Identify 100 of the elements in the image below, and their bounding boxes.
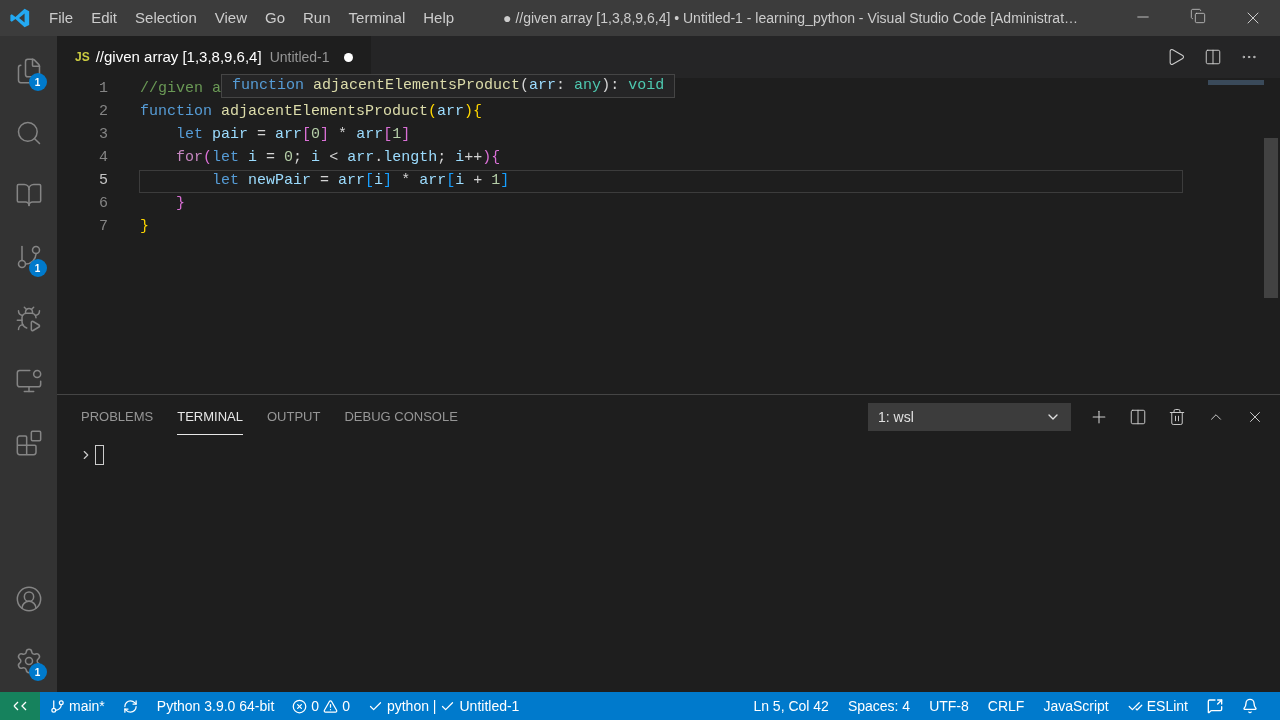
code-token: pair bbox=[212, 125, 249, 146]
code-token: [ bbox=[302, 125, 312, 146]
code-token: * bbox=[337, 125, 349, 146]
notification-badge: 1 bbox=[28, 663, 47, 681]
code-token: ( bbox=[203, 148, 213, 169]
tab-title: //given array [1,3,8,9,6,4] bbox=[95, 46, 262, 67]
code-token: * bbox=[400, 171, 412, 192]
menu-item[interactable]: Terminal bbox=[339, 6, 415, 30]
encoding[interactable]: UTF-8 bbox=[929, 695, 969, 717]
code-token: function bbox=[232, 75, 305, 96]
code-token: for bbox=[175, 148, 203, 169]
code-token: let bbox=[211, 171, 241, 192]
lint-status[interactable]: python | bbox=[386, 695, 437, 717]
code-token: . bbox=[374, 148, 384, 169]
file-type-label: JS bbox=[75, 49, 90, 66]
sync-icon[interactable] bbox=[122, 698, 138, 714]
notification-badge: 1 bbox=[28, 259, 47, 277]
code-token: < bbox=[328, 148, 340, 169]
code-token: arr bbox=[347, 148, 375, 169]
code-token: ] bbox=[320, 125, 330, 146]
code-token: i bbox=[455, 148, 465, 169]
line-number: 5 bbox=[98, 171, 108, 192]
code-token: 0 bbox=[311, 125, 321, 146]
code-token: void bbox=[628, 75, 665, 96]
code-token: i bbox=[455, 171, 465, 192]
menu-item[interactable]: Go bbox=[256, 6, 294, 30]
menu-item[interactable]: Selection bbox=[126, 6, 206, 30]
notification-badge: 1 bbox=[28, 73, 47, 91]
branch-name[interactable]: main* bbox=[69, 695, 105, 717]
app-logo-icon bbox=[9, 7, 31, 29]
menu-item[interactable]: File bbox=[40, 6, 83, 30]
line-number: 2 bbox=[98, 102, 108, 123]
indentation[interactable]: Spaces: 4 bbox=[847, 695, 911, 717]
code-token: ): bbox=[601, 75, 621, 96]
trash-icon[interactable] bbox=[1167, 408, 1186, 426]
terminal-select[interactable]: 1: wsl bbox=[868, 403, 1071, 431]
account-icon[interactable] bbox=[14, 585, 43, 613]
menu-item[interactable]: Edit bbox=[82, 6, 127, 30]
minimap bbox=[1208, 80, 1264, 85]
feedback-icon[interactable] bbox=[1207, 698, 1223, 714]
code-token: = bbox=[319, 171, 331, 192]
split-terminal-icon[interactable] bbox=[1128, 408, 1147, 426]
line-number: 6 bbox=[98, 194, 108, 215]
code-token: //given a bbox=[140, 79, 221, 100]
python-interpreter[interactable]: Python 3.9.0 64-bit bbox=[156, 695, 275, 717]
line-number: 4 bbox=[98, 148, 108, 169]
code-token: adjacentElementsProduct bbox=[313, 75, 521, 96]
error-count[interactable]: 0 bbox=[311, 695, 320, 717]
code-token: ; bbox=[293, 148, 304, 169]
code-token: = bbox=[256, 125, 268, 146]
editor-tab[interactable]: JS //given array [1,3,8,9,6,4] Untitled-1 bbox=[57, 36, 371, 78]
code-token: 0 bbox=[284, 148, 294, 169]
code-token: [ bbox=[383, 125, 393, 146]
split-editor-icon[interactable] bbox=[1204, 48, 1222, 66]
book-icon[interactable] bbox=[14, 181, 43, 209]
menu-item[interactable]: View bbox=[205, 6, 256, 30]
menu-item[interactable]: Help bbox=[414, 6, 464, 30]
panel-tab[interactable]: TERMINAL bbox=[177, 398, 243, 436]
line-number: 7 bbox=[98, 217, 108, 238]
line-number: 3 bbox=[98, 125, 108, 146]
line-number: 1 bbox=[98, 79, 108, 100]
warning-count[interactable]: 0 bbox=[342, 695, 350, 717]
restore-icon[interactable] bbox=[1189, 8, 1206, 24]
code-token: 1 bbox=[392, 125, 402, 146]
code-token: : bbox=[556, 75, 567, 96]
code-token: any bbox=[574, 75, 602, 96]
panel-tab[interactable]: OUTPUT bbox=[267, 398, 321, 436]
menu-item[interactable]: Run bbox=[294, 6, 340, 30]
code-token: ; bbox=[437, 148, 448, 169]
code-token: let bbox=[212, 148, 241, 169]
code-token: ] bbox=[401, 125, 411, 146]
remote-explorer-icon[interactable] bbox=[14, 367, 43, 395]
notifications-icon[interactable] bbox=[1242, 698, 1258, 714]
line-ending[interactable]: CRLF bbox=[987, 695, 1025, 717]
code-token: ){ bbox=[464, 102, 483, 123]
file-status[interactable]: Untitled-1 bbox=[459, 695, 520, 717]
run-debug-icon[interactable] bbox=[14, 305, 43, 333]
code-token: [ bbox=[446, 171, 456, 192]
code-token: i bbox=[311, 148, 321, 169]
extensions-icon[interactable] bbox=[14, 429, 43, 457]
code-token: ){ bbox=[482, 148, 501, 169]
terminal-cursor bbox=[95, 445, 104, 465]
code-token: let bbox=[175, 125, 204, 146]
code-token: arr bbox=[529, 75, 557, 96]
code-token: i bbox=[248, 148, 258, 169]
code-token: ( bbox=[428, 102, 438, 123]
branch-icon bbox=[50, 698, 65, 714]
code-token: + bbox=[472, 171, 484, 192]
code-token: arr bbox=[275, 125, 303, 146]
warning-icon bbox=[323, 698, 339, 714]
code-token: function bbox=[140, 102, 213, 123]
linter-status[interactable]: ESLint bbox=[1146, 695, 1188, 717]
code-token: = bbox=[265, 148, 277, 169]
code-token: 1 bbox=[491, 171, 501, 192]
panel-tab[interactable]: DEBUG CONSOLE bbox=[344, 398, 458, 436]
language-mode[interactable]: JavaScript bbox=[1043, 695, 1109, 717]
code-token: arr bbox=[356, 125, 384, 146]
cursor-position[interactable]: Ln 5, Col 42 bbox=[753, 695, 829, 717]
panel-tab[interactable]: PROBLEMS bbox=[81, 398, 154, 436]
code-token: length bbox=[383, 148, 438, 169]
